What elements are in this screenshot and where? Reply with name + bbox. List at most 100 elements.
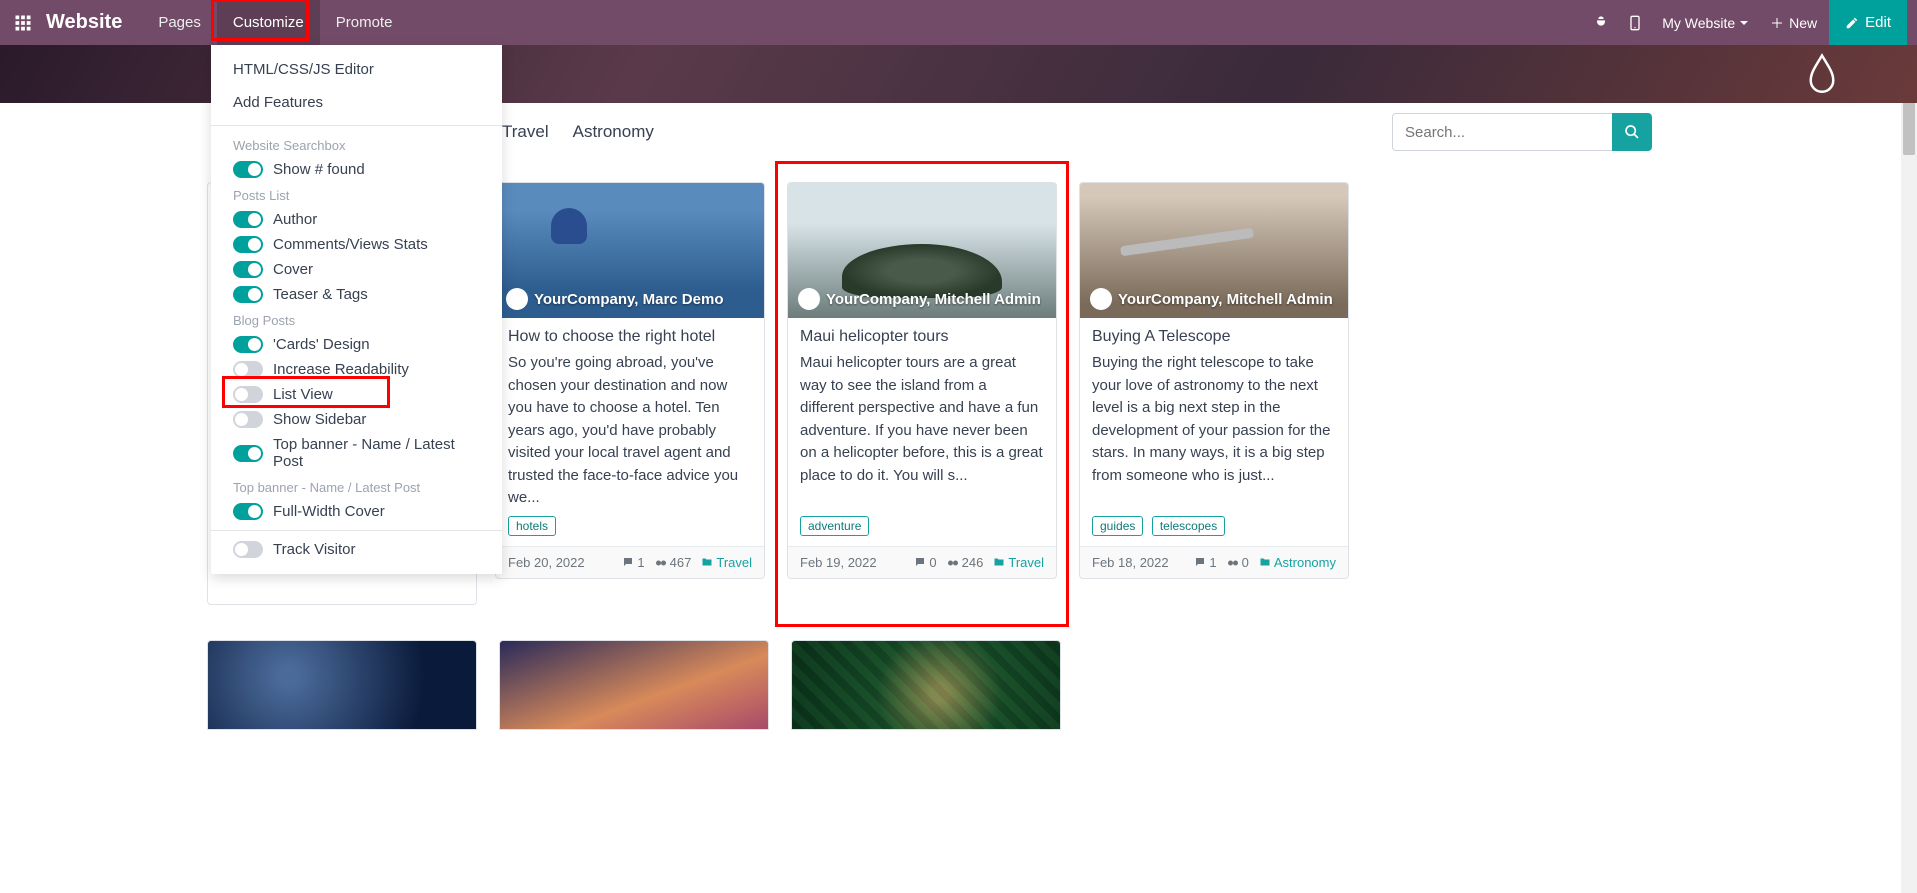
cards-row2 <box>207 640 1061 730</box>
bug-icon[interactable] <box>1584 6 1618 40</box>
folder-icon <box>701 556 713 568</box>
switch-icon <box>233 541 263 558</box>
nav-customize[interactable]: Customize <box>217 0 320 45</box>
nav-pages[interactable]: Pages <box>142 0 217 45</box>
binoculars-icon <box>1227 556 1239 568</box>
switch-icon <box>233 261 263 278</box>
card-tags: hotels <box>496 516 764 546</box>
brand-title[interactable]: Website <box>46 11 122 34</box>
mywebsite-label: My Website <box>1662 15 1735 31</box>
card-title: Maui helicopter tours <box>800 328 1044 346</box>
comments-count: 0 <box>914 555 936 570</box>
card-maui[interactable]: YourCompany, Mitchell Admin Maui helicop… <box>787 182 1057 579</box>
card-text: Maui helicopter tours are a great way to… <box>800 352 1044 487</box>
toggle-author[interactable]: Author <box>211 207 502 232</box>
toggle-increase-readability[interactable]: Increase Readability <box>211 357 502 382</box>
apps-icon[interactable] <box>10 10 36 36</box>
toggle-cover[interactable]: Cover <box>211 257 502 282</box>
tag[interactable]: guides <box>1092 516 1143 536</box>
views-count: 0 <box>1227 555 1249 570</box>
mobile-icon[interactable] <box>1618 6 1652 40</box>
card-tags: guides telescopes <box>1080 516 1348 546</box>
tag[interactable]: hotels <box>508 516 556 536</box>
scrollbar[interactable] <box>1901 45 1917 893</box>
search-input[interactable] <box>1392 113 1612 151</box>
comment-icon <box>914 556 926 568</box>
card-partial[interactable] <box>207 640 477 730</box>
card-date: Feb 19, 2022 <box>800 555 877 570</box>
mywebsite-dropdown[interactable]: My Website <box>1652 15 1759 31</box>
folder-icon <box>993 556 1005 568</box>
views-count: 246 <box>947 555 984 570</box>
switch-icon <box>233 411 263 428</box>
filter-travel[interactable]: Travel <box>502 122 549 142</box>
views-count: 467 <box>655 555 692 570</box>
card-tags: adventure <box>788 516 1056 546</box>
card-text: Buying the right telescope to take your … <box>1092 352 1336 487</box>
pencil-icon <box>1845 16 1859 30</box>
customize-menu: HTML/CSS/JS Editor Add Features Website … <box>211 45 502 574</box>
card-text: So you're going abroad, you've chosen yo… <box>508 352 752 510</box>
toggle-list-view[interactable]: List View <box>211 382 502 407</box>
card-cover: YourCompany, Marc Demo <box>496 183 764 318</box>
binoculars-icon <box>655 556 667 568</box>
card-telescope[interactable]: YourCompany, Mitchell Admin Buying A Tel… <box>1079 182 1349 579</box>
category-link[interactable]: Travel <box>701 555 752 570</box>
card-author: YourCompany, Mitchell Admin <box>826 291 1041 308</box>
filter-astronomy[interactable]: Astronomy <box>573 122 654 142</box>
toggle-cards-design[interactable]: 'Cards' Design <box>211 332 502 357</box>
card-footer: Feb 19, 2022 0 246 Travel <box>788 546 1056 578</box>
caret-down-icon <box>1739 18 1749 28</box>
cards-container: YourCompany, Marc Demo How to choose the… <box>495 182 1717 579</box>
edit-label: Edit <box>1865 14 1891 31</box>
switch-icon <box>233 211 263 228</box>
binoculars-icon <box>947 556 959 568</box>
card-title: How to choose the right hotel <box>508 328 752 346</box>
switch-icon <box>233 336 263 353</box>
tag[interactable]: telescopes <box>1152 516 1225 536</box>
section-website-searchbox: Website Searchbox <box>211 132 502 157</box>
toggle-show-found[interactable]: Show # found <box>211 157 502 182</box>
toggle-top-banner[interactable]: Top banner - Name / Latest Post <box>211 432 502 474</box>
card-hotel[interactable]: YourCompany, Marc Demo How to choose the… <box>495 182 765 579</box>
nav-promote[interactable]: Promote <box>320 0 409 45</box>
section-top-banner: Top banner - Name / Latest Post <box>211 474 502 499</box>
comment-icon <box>622 556 634 568</box>
search-button[interactable] <box>1612 113 1652 151</box>
tag[interactable]: adventure <box>800 516 869 536</box>
card-footer: Feb 20, 2022 1 467 Travel <box>496 546 764 578</box>
new-button[interactable]: New <box>1759 15 1829 31</box>
avatar <box>1090 288 1112 310</box>
new-label: New <box>1789 15 1817 31</box>
switch-icon <box>233 161 263 178</box>
folder-icon <box>1259 556 1271 568</box>
card-author: YourCompany, Mitchell Admin <box>1118 291 1333 308</box>
menu-html-editor[interactable]: HTML/CSS/JS Editor <box>211 53 502 86</box>
toggle-comments-views[interactable]: Comments/Views Stats <box>211 232 502 257</box>
card-date: Feb 18, 2022 <box>1092 555 1169 570</box>
card-title: Buying A Telescope <box>1092 328 1336 346</box>
card-cover: YourCompany, Mitchell Admin <box>1080 183 1348 318</box>
section-posts-list: Posts List <box>211 182 502 207</box>
theme-icon[interactable] <box>1807 53 1837 91</box>
card-partial[interactable] <box>791 640 1061 730</box>
card-cover: YourCompany, Mitchell Admin <box>788 183 1056 318</box>
edit-button[interactable]: Edit <box>1829 0 1907 45</box>
category-link[interactable]: Astronomy <box>1259 555 1336 570</box>
toggle-show-sidebar[interactable]: Show Sidebar <box>211 407 502 432</box>
avatar <box>798 288 820 310</box>
comments-count: 1 <box>1194 555 1216 570</box>
section-blog-posts: Blog Posts <box>211 307 502 332</box>
toggle-track-visitor[interactable]: Track Visitor <box>211 537 502 562</box>
top-navbar: Website Pages Customize Promote My Websi… <box>0 0 1917 45</box>
menu-add-features[interactable]: Add Features <box>211 86 502 119</box>
card-partial[interactable] <box>499 640 769 730</box>
filter-row: Travel Astronomy <box>502 112 1877 152</box>
switch-icon <box>233 236 263 253</box>
avatar <box>506 288 528 310</box>
switch-icon <box>233 386 263 403</box>
toggle-full-width-cover[interactable]: Full-Width Cover <box>211 499 502 524</box>
card-footer: Feb 18, 2022 1 0 Astronomy <box>1080 546 1348 578</box>
toggle-teaser-tags[interactable]: Teaser & Tags <box>211 282 502 307</box>
category-link[interactable]: Travel <box>993 555 1044 570</box>
